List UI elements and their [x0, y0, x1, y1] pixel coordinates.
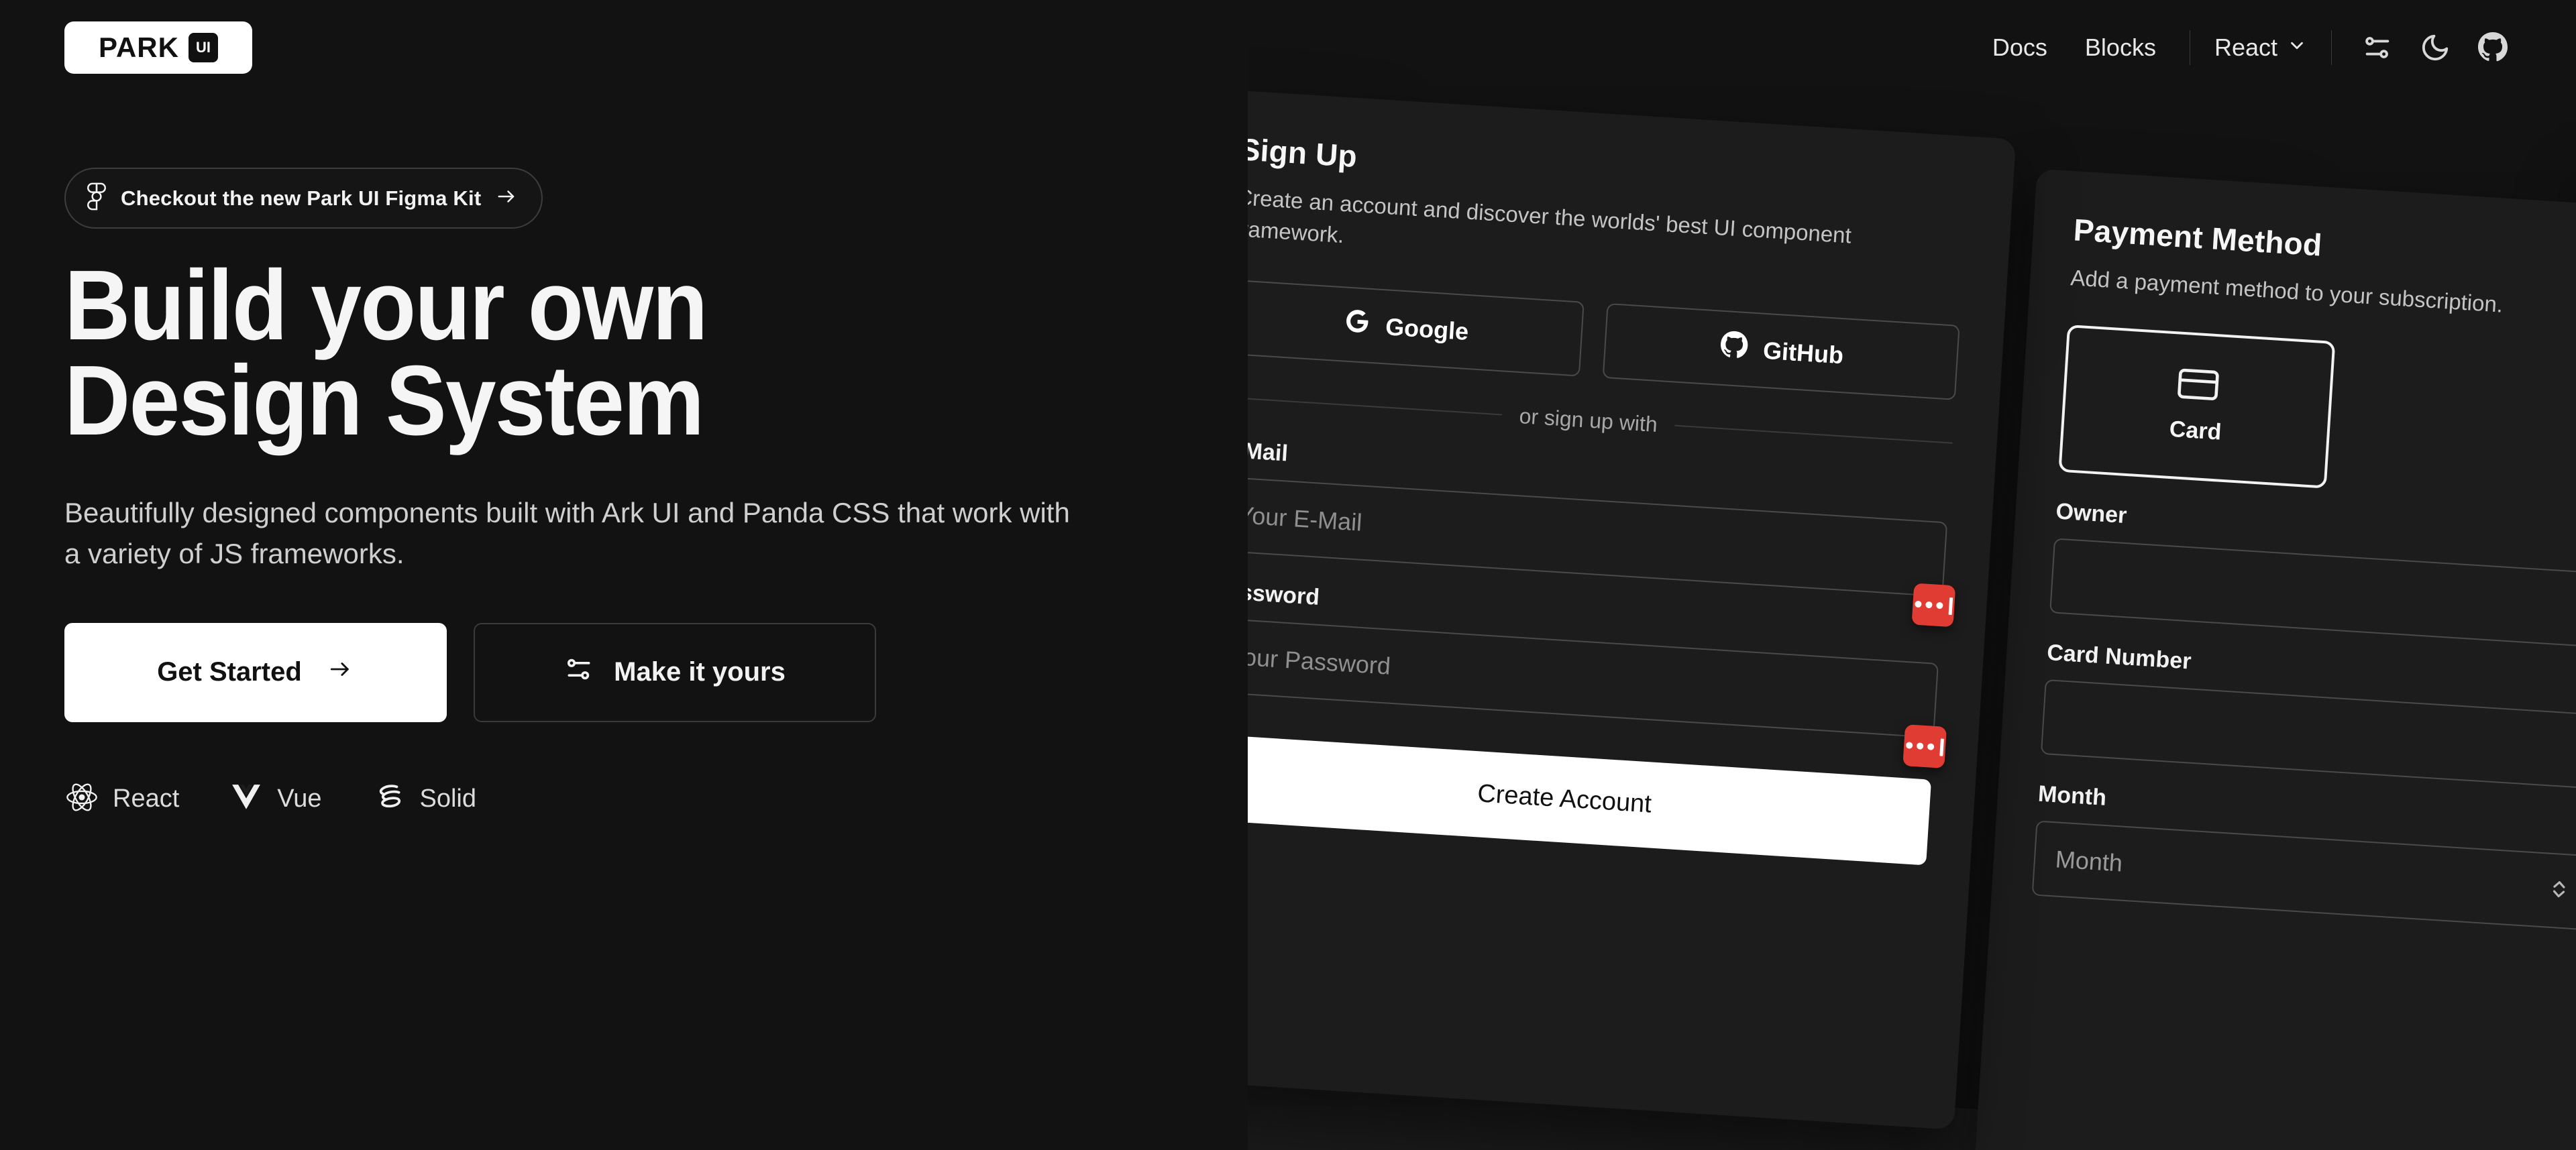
credit-card-icon: [2176, 367, 2220, 404]
moon-icon[interactable]: [2416, 29, 2454, 66]
main-nav: Docs Blocks React: [1974, 23, 2512, 72]
nav-divider-2: [2331, 30, 2332, 65]
nav-icon-group: [2359, 29, 2512, 66]
month-field-group: Month Month: [2031, 781, 2576, 931]
oauth-button-row: Google GitHub: [1248, 279, 1960, 400]
payment-method-card-option[interactable]: Card: [2058, 324, 2336, 489]
figma-icon: [86, 181, 107, 215]
react-icon: [64, 780, 99, 818]
sign-up-card: Sign Up Create an account and discover t…: [1248, 88, 2017, 1130]
caret: [1948, 597, 1953, 615]
hero-section: Checkout the new Park UI Figma Kit Build…: [64, 168, 1339, 818]
framework-react[interactable]: React: [64, 780, 179, 818]
vue-icon: [229, 782, 264, 816]
dot: [1905, 741, 1913, 749]
password-dots-badge: [1902, 724, 1947, 768]
showcase-cards: Payment Method Add a payment method to y…: [1248, 0, 2576, 1150]
owner-field-group: Owner: [2049, 498, 2576, 648]
dot: [1915, 600, 1922, 608]
get-started-button[interactable]: Get Started: [64, 622, 447, 722]
headline-line-1: Build your own: [64, 250, 708, 361]
sliders-icon[interactable]: [2359, 29, 2396, 66]
framework-solid[interactable]: Solid: [371, 781, 476, 817]
month-select-value: Month: [2054, 845, 2124, 877]
arrow-right-icon: [326, 657, 354, 687]
framework-solid-label: Solid: [419, 784, 476, 813]
headline-line-2: Design System: [64, 345, 704, 457]
get-started-label: Get Started: [157, 657, 302, 687]
owner-input[interactable]: [2049, 538, 2576, 648]
make-it-yours-button[interactable]: Make it yours: [474, 622, 876, 722]
divider-label: or sign up with: [1518, 403, 1658, 437]
password-field-group: Password: [1248, 578, 1947, 768]
chevron-down-icon: [2287, 23, 2307, 72]
figma-kit-badge-label: Checkout the new Park UI Figma Kit: [121, 186, 482, 210]
solid-icon: [371, 781, 406, 817]
google-signin-label: Google: [1385, 312, 1470, 345]
framework-list: React Vue Solid: [64, 780, 1339, 818]
arrow-right-icon: [494, 186, 519, 210]
sliders-icon: [564, 654, 594, 691]
make-it-yours-label: Make it yours: [614, 657, 786, 687]
page-root: PARK UI Docs Blocks React Checkout the n…: [0, 0, 2576, 1150]
payment-method-card: Payment Method Add a payment method to y…: [1973, 168, 2576, 1150]
github-icon: [1718, 330, 1750, 367]
logo-ui-badge: UI: [188, 33, 218, 62]
card-number-field-group: Card Number: [2040, 640, 2576, 789]
dot: [1936, 601, 1943, 610]
github-signin-button[interactable]: GitHub: [1602, 302, 1960, 400]
month-select-wrap: Month: [2031, 820, 2576, 931]
nav-link-docs[interactable]: Docs: [1974, 23, 2066, 72]
framework-vue[interactable]: Vue: [229, 782, 321, 816]
github-signin-label: GitHub: [1762, 336, 1845, 369]
framework-select[interactable]: React: [2205, 23, 2316, 72]
dot: [1925, 601, 1933, 609]
google-icon: [1342, 307, 1372, 343]
figma-kit-badge[interactable]: Checkout the new Park UI Figma Kit: [64, 168, 543, 229]
logo-wordmark: PARK: [99, 32, 179, 63]
password-dots-badge-email: [1911, 583, 1956, 628]
month-select[interactable]: Month: [2031, 820, 2576, 931]
framework-react-label: React: [113, 784, 180, 813]
page-title: Build your own Design System: [64, 256, 1237, 457]
divider-line-right: [1674, 424, 1953, 444]
dot: [1927, 742, 1935, 750]
create-account-button[interactable]: Create Account: [1248, 734, 1932, 866]
dot: [1916, 742, 1924, 750]
framework-vue-label: Vue: [277, 784, 322, 813]
payment-method-card-label: Card: [2168, 416, 2222, 445]
framework-select-value: React: [2214, 34, 2277, 61]
nav-link-blocks[interactable]: Blocks: [2066, 23, 2175, 72]
park-ui-logo[interactable]: PARK UI: [64, 21, 252, 74]
chevron-up-down-icon: [2547, 874, 2571, 907]
hero-cta-row: Get Started Make it yours: [64, 622, 1339, 722]
email-field-group: E-Mail: [1248, 437, 1956, 628]
site-header: PARK UI Docs Blocks React: [0, 0, 2576, 107]
caret: [1939, 738, 1944, 756]
card-number-input[interactable]: [2040, 679, 2576, 789]
github-icon[interactable]: [2474, 29, 2512, 66]
hero-subtitle: Beautifully designed components built wi…: [64, 497, 1070, 570]
